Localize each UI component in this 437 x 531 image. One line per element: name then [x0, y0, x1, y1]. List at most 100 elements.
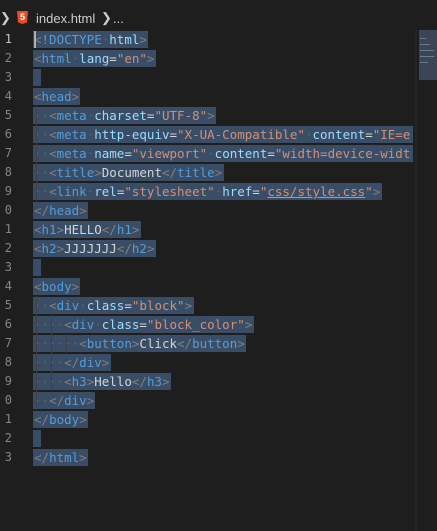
chevron-right-icon[interactable]: ❯: [0, 10, 11, 26]
code-token: <: [49, 184, 57, 199]
code-token: >: [139, 32, 147, 47]
code-token: >: [71, 279, 80, 294]
code-token: http-equiv: [94, 127, 170, 142]
code-line[interactable]: <head>: [34, 87, 79, 106]
code-token: h2: [131, 241, 147, 256]
code-token: body: [41, 279, 72, 294]
code-line[interactable]: ··<meta·charset="UTF-8">: [34, 106, 215, 125]
code-token: title: [56, 165, 95, 180]
code-token: =: [267, 146, 275, 161]
line-number: 8: [4, 355, 12, 369]
code-token: >: [146, 241, 155, 256]
code-token: <: [49, 165, 57, 180]
code-line[interactable]: </html>: [34, 448, 87, 467]
line-number: 6: [4, 317, 12, 331]
code-token: ····: [34, 374, 65, 389]
code-token: div: [56, 298, 80, 313]
breadcrumb-ellipsis[interactable]: ...: [113, 11, 124, 26]
code-line[interactable]: ··</div>: [34, 391, 94, 410]
code-token: </: [177, 336, 193, 351]
line-number: 6: [4, 127, 12, 141]
code-token: </: [116, 241, 132, 256]
code-line[interactable]: ··<div·class="block">: [34, 296, 192, 315]
code-token: "UTF-8": [154, 108, 208, 123]
line-number: 8: [4, 165, 12, 179]
line-number: 1: [4, 222, 12, 236]
code-token: </: [101, 222, 117, 237]
code-token: Click: [139, 336, 178, 351]
code-token: >: [207, 108, 215, 123]
code-token: </: [34, 412, 50, 427]
code-line[interactable]: ····</div>: [34, 353, 109, 372]
code-token: >: [214, 165, 223, 180]
line-number: 4: [4, 89, 12, 103]
code-token: =: [252, 184, 260, 199]
code-token: ": [365, 184, 373, 199]
line-number: 4: [4, 279, 12, 293]
code-line[interactable]: ····<h3>Hello</h3>: [34, 372, 170, 391]
code-token: content: [312, 127, 366, 142]
code-line[interactable]: </head>: [34, 201, 87, 220]
code-token: Hello: [94, 374, 132, 389]
code-line[interactable]: ··<link·rel="stylesheet"·href="css/style…: [34, 182, 380, 201]
code-token: "block": [131, 298, 185, 313]
code-token: >: [101, 355, 110, 370]
minimap[interactable]: [419, 30, 437, 531]
code-token: <: [34, 241, 42, 256]
code-token: lang: [79, 51, 110, 66]
indent-guide: [66, 334, 68, 353]
code-line[interactable]: <body>: [34, 277, 79, 296]
code-token: <: [49, 108, 57, 123]
code-token: >: [79, 203, 87, 218]
code-token: ······: [34, 336, 80, 351]
code-token: ·: [79, 298, 87, 313]
selection-highlight: [33, 259, 41, 276]
code-line[interactable]: <h1>HELLO</h1>: [34, 220, 139, 239]
code-line[interactable]: <!DOCTYPE·html>: [34, 30, 147, 49]
code-token: >: [184, 298, 193, 313]
code-token: =: [109, 51, 117, 66]
chevron-right-icon: ❯: [101, 10, 112, 25]
code-token: ····: [34, 355, 65, 370]
indent-guide: [51, 315, 53, 391]
code-line[interactable]: </body>: [34, 410, 87, 429]
line-number: 0: [4, 393, 12, 407]
code-line[interactable]: <html·lang="en">: [34, 49, 154, 68]
code-token: button: [192, 336, 238, 351]
minimap-line: [420, 62, 428, 63]
code-line[interactable]: <h2>JJJJJJJ</h2>: [34, 239, 154, 258]
code-token: Document: [101, 165, 162, 180]
code-token: title: [177, 165, 215, 180]
code-token: >: [146, 51, 155, 66]
code-token: content: [214, 146, 268, 161]
code-token: >: [237, 336, 245, 351]
code-token: <: [49, 127, 57, 142]
code-token: !DOCTYPE: [41, 32, 102, 47]
line-number: 2: [4, 241, 12, 255]
code-token: >: [56, 222, 65, 237]
code-token: <: [64, 374, 72, 389]
line-number: 1: [4, 32, 12, 46]
code-line[interactable]: ····<div·class="block_color">: [34, 315, 252, 334]
line-number: 7: [4, 146, 12, 160]
code-token: </: [34, 203, 50, 218]
line-number: 5: [4, 298, 12, 312]
code-token: h3: [71, 374, 87, 389]
code-token: =: [169, 127, 178, 142]
code-line[interactable]: ··<meta·name="viewport"·content="width=d…: [34, 144, 410, 163]
code-token: >: [131, 222, 140, 237]
vertical-scrollbar[interactable]: [415, 30, 417, 531]
minimap-line: [420, 56, 434, 57]
breadcrumb-file-name[interactable]: index.html: [36, 11, 95, 26]
code-token: link: [56, 184, 87, 199]
code-line[interactable]: ··<title>Document</title>: [34, 163, 222, 182]
code-token: h1: [116, 222, 132, 237]
code-token: >: [372, 184, 381, 199]
code-token: class: [86, 298, 125, 313]
code-line[interactable]: ··<meta·http-equiv="X-UA-Compatible"·con…: [34, 125, 410, 144]
code-token: >: [71, 89, 80, 104]
line-number: 3: [4, 450, 12, 464]
minimap-line: [420, 50, 434, 51]
code-token: "width=device-widt: [274, 146, 411, 161]
code-token: =: [124, 146, 132, 161]
